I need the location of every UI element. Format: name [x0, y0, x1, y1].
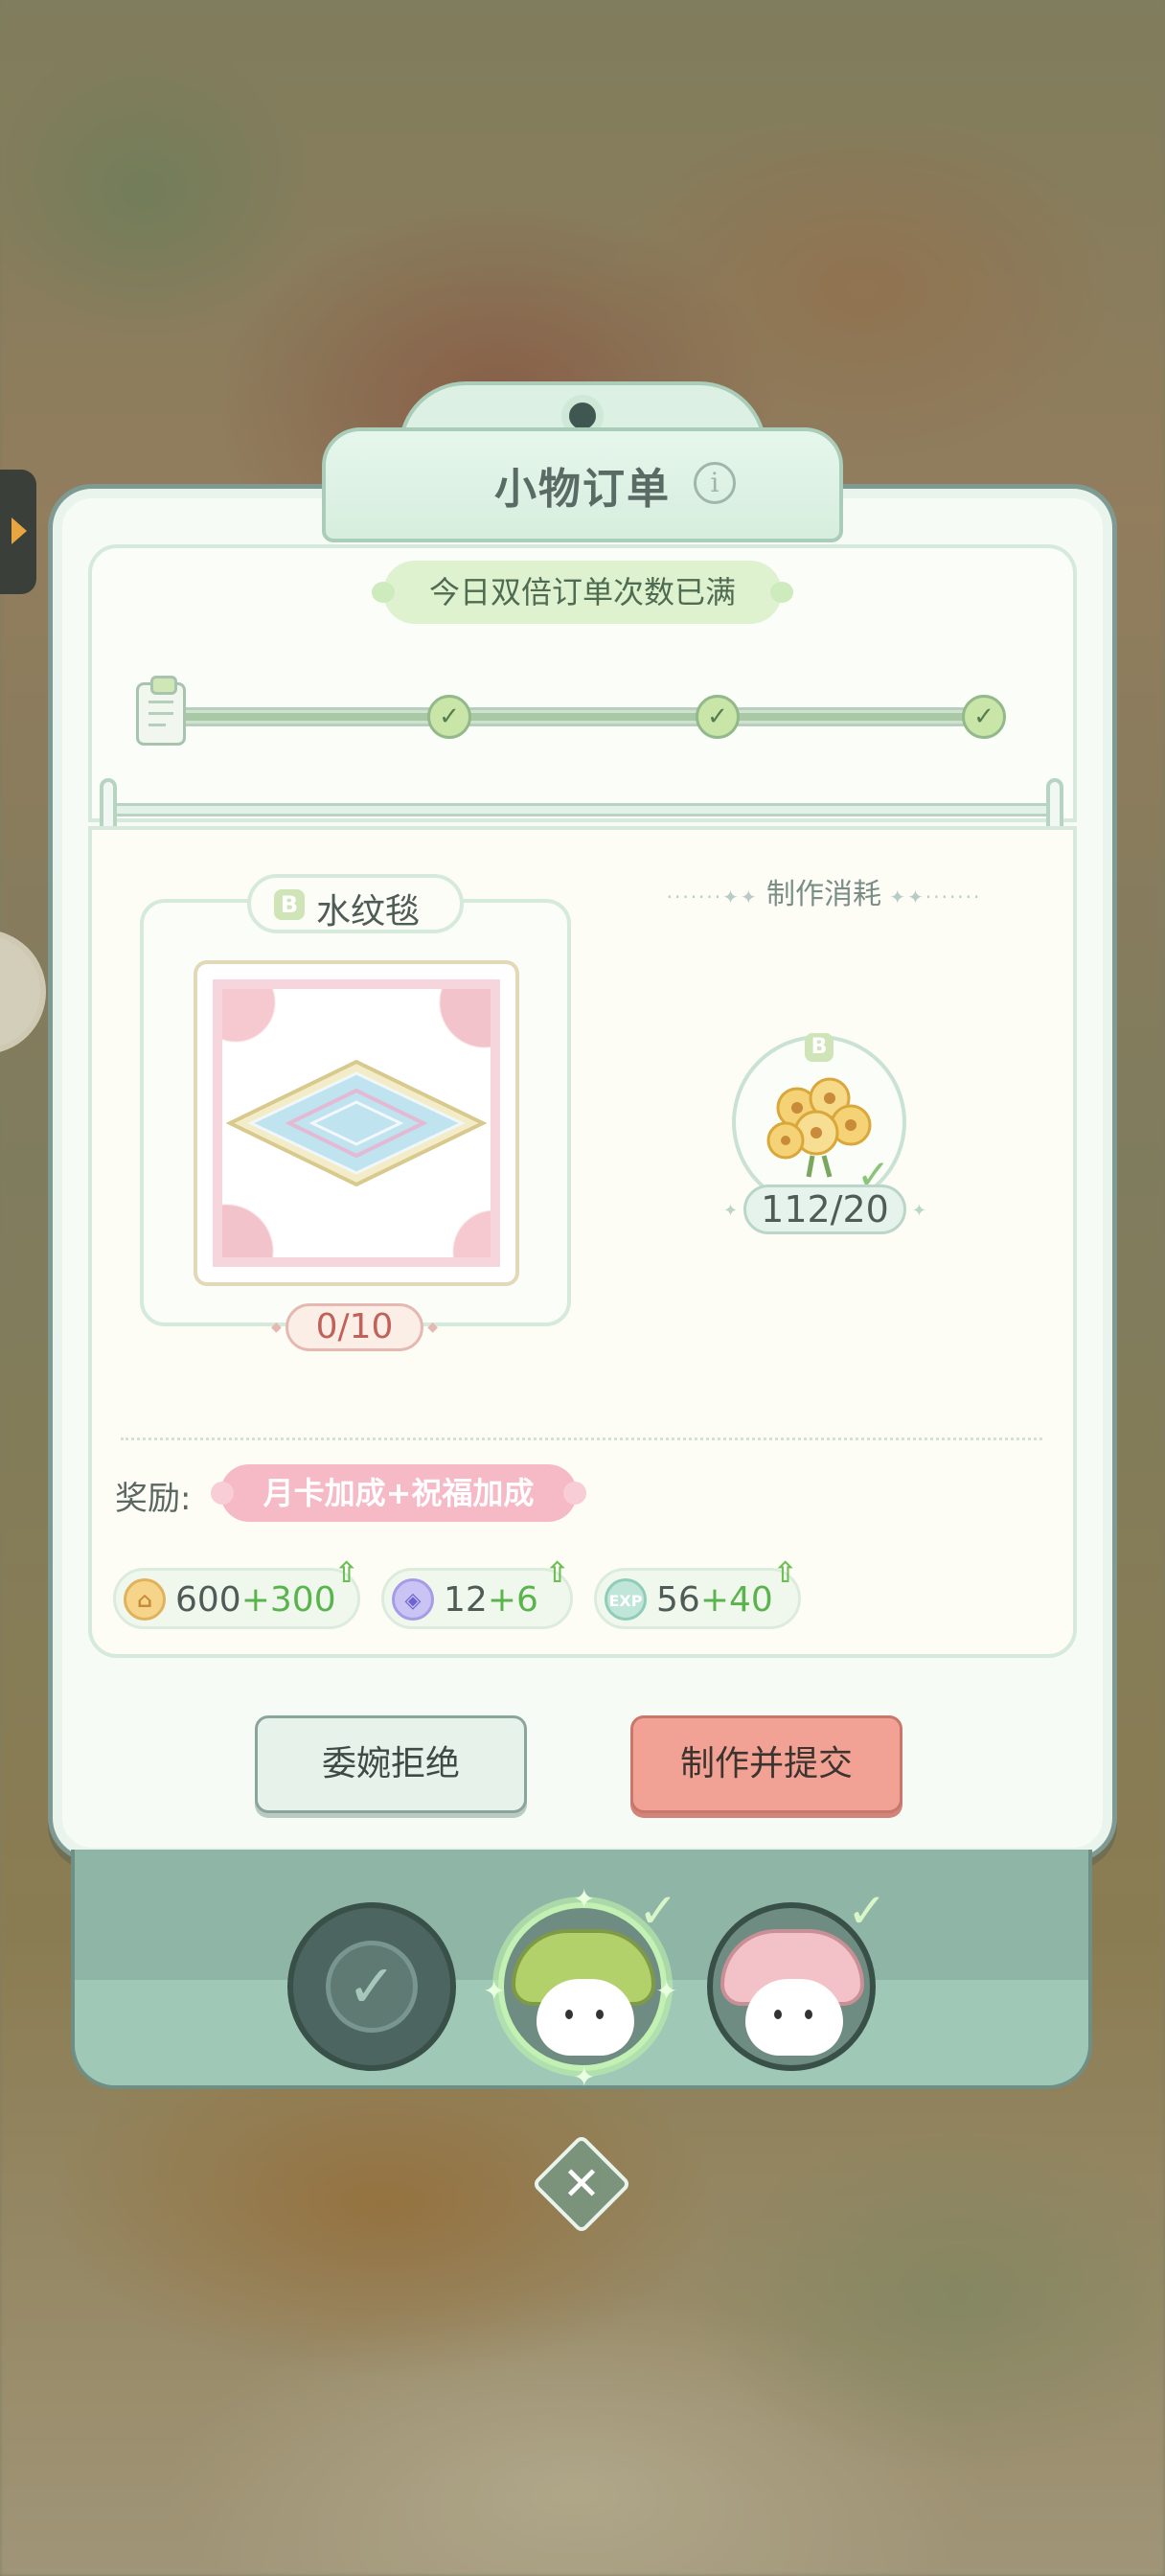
check-icon: ✓: [638, 1883, 678, 1939]
check-icon: ✓: [326, 1941, 418, 2033]
rug-icon: [226, 1059, 487, 1187]
coin-icon: ⌂: [124, 1578, 166, 1621]
item-count: 0/10: [271, 1303, 438, 1351]
header-ornament-right: ✦✦·······: [881, 886, 982, 908]
sparkle-icon: ✦: [573, 2061, 596, 2093]
reward-coin-bonus: +300: [240, 1580, 336, 1620]
rewards-label: 奖励:: [115, 1480, 192, 1518]
up-arrow-icon: ⇧: [545, 1556, 570, 1590]
checkpoint-check-icon: ✓: [427, 695, 471, 739]
bonus-banner: 月卡加成+祝福加成: [211, 1464, 586, 1522]
sparkle-icon: ✦: [483, 1975, 506, 2007]
item-rarity-badge: B: [274, 889, 305, 920]
arrow-right-icon: [11, 518, 27, 544]
reward-coin-value: 600+300: [175, 1580, 336, 1620]
reward-gem-bonus: +6: [487, 1580, 538, 1620]
divider-rod: [103, 803, 1062, 816]
reward-gem-value: 12+6: [444, 1580, 538, 1620]
crafting-cost-title: 制作消耗: [766, 878, 881, 911]
side-expand-tab[interactable]: [0, 470, 36, 594]
sparkle-icon: ✦: [573, 1883, 596, 1915]
material-count: 112/20: [723, 1184, 926, 1234]
item-name: 水纹毯: [316, 892, 421, 932]
checkpoint-check-icon: ✓: [962, 695, 1006, 739]
material-rarity-badge: B: [805, 1033, 834, 1062]
clipboard-icon: [136, 676, 186, 746]
decline-button[interactable]: 委婉拒绝: [255, 1715, 527, 1813]
character-slot-pink-mushroom[interactable]: ✓: [707, 1887, 887, 2071]
double-order-banner: 今日双倍订单次数已满: [372, 561, 793, 624]
reward-gem: ◈ 12+6 ⇧: [381, 1559, 573, 1629]
dialog-title: 小物订单: [494, 465, 671, 514]
header-ornament-left: ·······✦✦: [666, 886, 766, 908]
reward-coin: ⌂ 600+300 ⇧: [113, 1559, 360, 1629]
section-divider: [121, 1438, 1042, 1440]
craft-submit-button[interactable]: 制作并提交: [630, 1715, 902, 1813]
mushroom-face-icon: [745, 1979, 843, 2056]
crafting-cost-header: ·······✦✦ 制作消耗 ✦✦·······: [661, 870, 987, 912]
reward-coin-base: 600: [175, 1580, 241, 1620]
reward-exp-base: 56: [656, 1580, 700, 1620]
checkpoint-check-icon: ✓: [696, 695, 740, 739]
sparkle-icon: ✦: [655, 1975, 678, 2007]
mushroom-face-icon: [537, 1979, 634, 2056]
up-arrow-icon: ⇧: [773, 1556, 798, 1590]
order-progress-track: [172, 707, 987, 726]
character-slot-green-mushroom[interactable]: ✓ ✦ ✦ ✦ ✦: [483, 1883, 678, 2093]
reward-gem-base: 12: [444, 1580, 488, 1620]
character-slot-completed[interactable]: ✓: [287, 1902, 456, 2071]
gem-icon: ◈: [392, 1578, 434, 1621]
reward-exp-value: 56+40: [656, 1580, 773, 1620]
order-progress-fill: [178, 713, 981, 721]
reward-exp-bonus: +40: [699, 1580, 773, 1620]
close-icon: ✕: [561, 2157, 602, 2211]
info-icon[interactable]: i: [694, 462, 736, 504]
title-plate: 小物订单 i: [322, 381, 843, 542]
up-arrow-icon: ⇧: [334, 1556, 359, 1590]
exp-icon: EXP: [605, 1578, 647, 1621]
reward-exp: EXP 56+40 ⇧: [594, 1559, 801, 1629]
check-icon: ✓: [847, 1883, 887, 1939]
